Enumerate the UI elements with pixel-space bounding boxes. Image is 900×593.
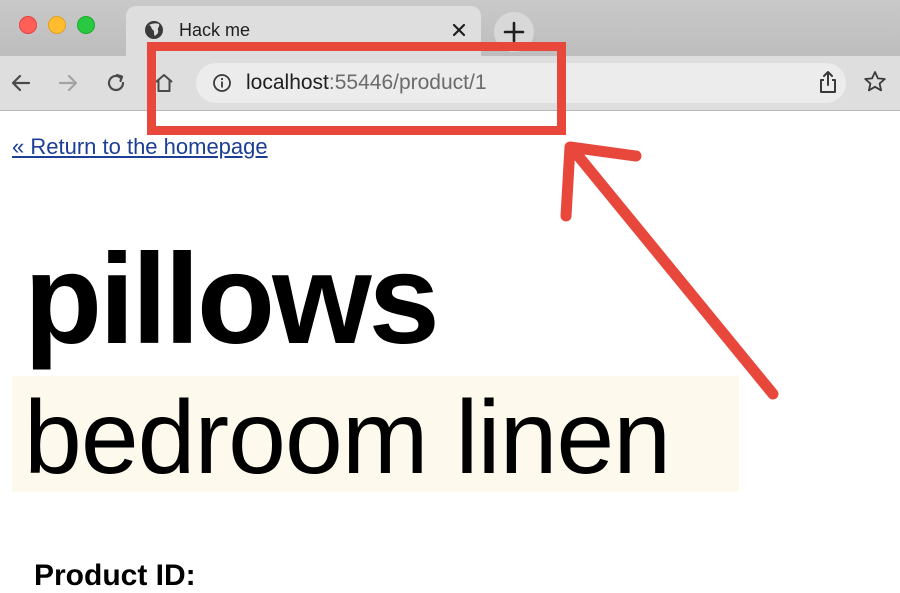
product-category-heading: bedroom linen bbox=[24, 380, 671, 496]
tab-title: Hack me bbox=[179, 20, 251, 40]
tab-close-icon[interactable] bbox=[448, 19, 470, 41]
annotation-highlight-box bbox=[147, 42, 566, 135]
product-id-heading: Product ID: bbox=[34, 559, 196, 592]
window-zoom-button[interactable] bbox=[77, 16, 95, 34]
reload-icon[interactable] bbox=[103, 70, 129, 96]
product-name-heading: pillows bbox=[24, 228, 440, 371]
forward-arrow-icon[interactable] bbox=[55, 70, 81, 96]
globe-icon bbox=[145, 21, 163, 39]
window-minimize-button[interactable] bbox=[48, 16, 66, 34]
bookmark-star-icon[interactable] bbox=[862, 69, 888, 95]
back-arrow-icon[interactable] bbox=[8, 70, 34, 96]
share-icon[interactable] bbox=[815, 69, 841, 95]
return-to-homepage-link[interactable]: « Return to the homepage bbox=[12, 134, 268, 160]
window-close-button[interactable] bbox=[19, 16, 37, 34]
